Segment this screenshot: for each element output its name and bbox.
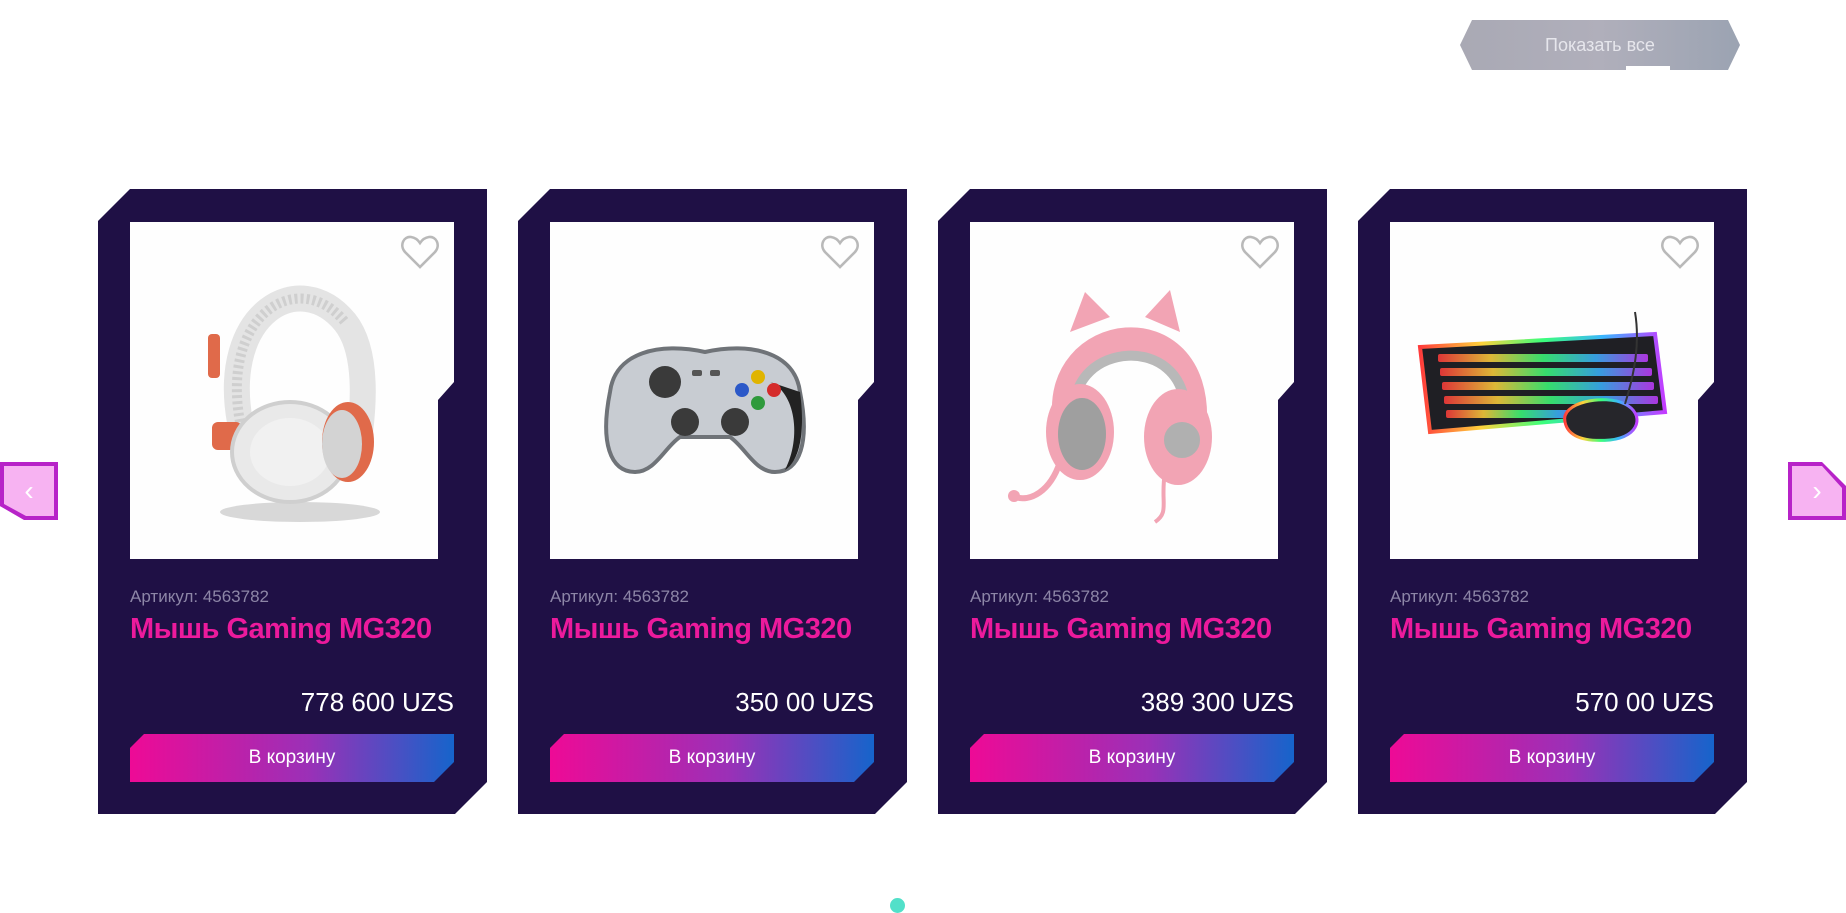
carousel-pagination-dot[interactable] — [890, 898, 905, 913]
show-all-label: Показать все — [1545, 34, 1655, 55]
add-to-cart-label: В корзину — [1508, 747, 1596, 768]
add-to-cart-label: В корзину — [668, 747, 756, 768]
product-price: 778 600 UZS — [300, 687, 454, 717]
favorite-heart-icon[interactable] — [820, 234, 860, 270]
add-to-cart-button[interactable]: В корзину — [130, 734, 454, 782]
product-sku: Артикул: 4563782 — [550, 587, 690, 606]
gamepad-icon — [570, 272, 840, 534]
product-name[interactable]: Мышь Gaming MG320 — [130, 613, 432, 646]
carousel-prev-button[interactable]: ‹ — [0, 462, 58, 520]
chevron-left-icon: ‹ — [24, 475, 34, 506]
favorite-heart-icon[interactable] — [1660, 234, 1700, 270]
add-to-cart-label: В корзину — [1088, 747, 1176, 768]
keyboard-mouse-icon — [1410, 272, 1680, 534]
product-card[interactable]: Артикул: 4563782 Мышь Gaming MG320 389 3… — [938, 189, 1327, 814]
product-image-frame — [1390, 222, 1714, 559]
add-to-cart-button[interactable]: В корзину — [550, 734, 874, 782]
add-to-cart-label: В корзину — [248, 747, 336, 768]
carousel-next-button[interactable]: › — [1788, 462, 1846, 520]
favorite-heart-icon[interactable] — [1240, 234, 1280, 270]
product-sku: Артикул: 4563782 — [970, 587, 1110, 606]
product-price: 389 300 UZS — [1140, 687, 1294, 717]
product-image-frame — [550, 222, 874, 559]
product-sku: Артикул: 4563782 — [1390, 587, 1530, 606]
product-name[interactable]: Мышь Gaming MG320 — [550, 613, 852, 646]
chevron-right-icon: › — [1812, 475, 1822, 506]
add-to-cart-button[interactable]: В корзину — [970, 734, 1294, 782]
product-image-frame — [130, 222, 454, 559]
cat-ear-headset-icon — [990, 272, 1260, 534]
product-sku: Артикул: 4563782 — [130, 587, 270, 606]
headphones-icon — [150, 272, 420, 534]
product-card[interactable]: Артикул: 4563782 Мышь Gaming MG320 778 6… — [98, 189, 487, 814]
favorite-heart-icon[interactable] — [400, 234, 440, 270]
product-image-frame — [970, 222, 1294, 559]
product-card[interactable]: Артикул: 4563782 Мышь Gaming MG320 570 0… — [1358, 189, 1747, 814]
product-name[interactable]: Мышь Gaming MG320 — [970, 613, 1272, 646]
product-price: 570 00 UZS — [1575, 687, 1714, 717]
product-card[interactable]: Артикул: 4563782 Мышь Gaming MG320 350 0… — [518, 189, 907, 814]
product-name[interactable]: Мышь Gaming MG320 — [1390, 613, 1692, 646]
show-all-button[interactable]: Показать все — [1460, 20, 1740, 70]
add-to-cart-button[interactable]: В корзину — [1390, 734, 1714, 782]
product-price: 350 00 UZS — [735, 687, 874, 717]
